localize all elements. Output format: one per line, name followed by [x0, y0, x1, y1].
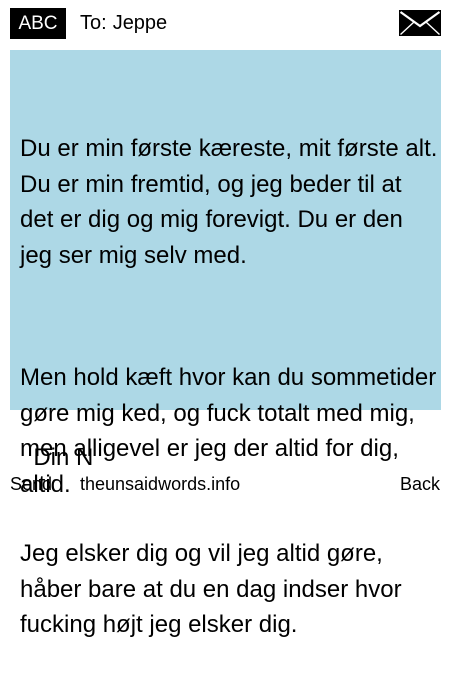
message-body: Du er min første kæreste, mit første alt…	[20, 60, 440, 677]
envelope-icon	[399, 10, 441, 36]
site-link[interactable]: theunsaidwords.info	[80, 472, 240, 496]
message-paragraph: Jeg elsker dig og vil jeg altid gøre, hå…	[20, 540, 409, 638]
message-signature-wrap: Din N	[20, 404, 440, 475]
send-button[interactable]: Send	[10, 472, 52, 496]
softkey-bar: Send theunsaidwords.info Back	[0, 472, 450, 496]
input-mode-indicator: ABC	[10, 8, 66, 39]
back-button[interactable]: Back	[400, 472, 440, 496]
to-label: To:	[80, 12, 107, 34]
recipient-field[interactable]: To: Jeppe	[80, 10, 167, 36]
message-paragraph: Du er min første kæreste, mit første alt…	[20, 135, 438, 269]
message-signature: Din N	[33, 443, 94, 471]
recipient-name: Jeppe	[112, 12, 168, 34]
